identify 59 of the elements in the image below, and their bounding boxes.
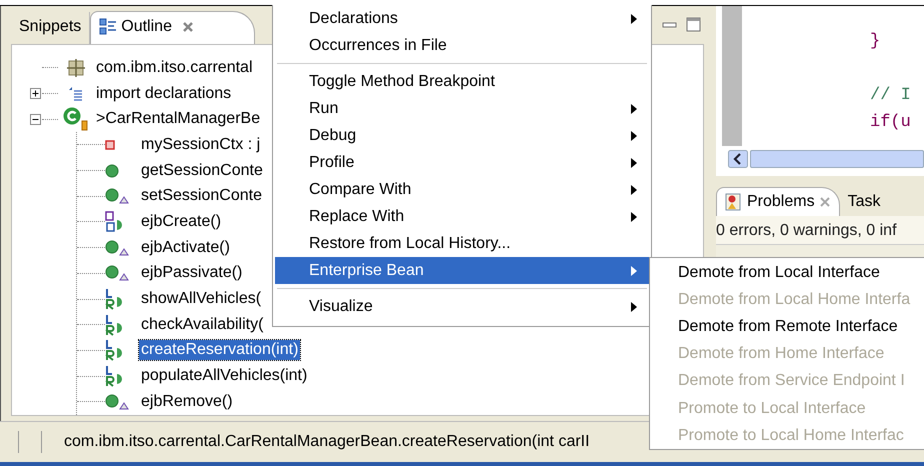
menu-item[interactable]: Declarations (275, 5, 649, 32)
menu-item[interactable]: Occurrences in File (275, 32, 649, 59)
view-tab[interactable]: Problems (716, 187, 840, 216)
outline-icon (99, 18, 118, 36)
tree-item[interactable]: >CarRentalManagerBe (94, 109, 262, 130)
remote-method-icon (105, 288, 125, 310)
menu-item[interactable]: Debug (275, 122, 649, 149)
package-icon (67, 58, 85, 77)
menu-item[interactable]: Toggle Method Breakpoint (275, 68, 649, 95)
menu-item[interactable]: Demote from Remote Interface (650, 313, 924, 341)
menu-item[interactable]: Visualize (275, 293, 649, 320)
menu-item[interactable]: Enterprise Bean (275, 257, 649, 284)
overridden-method-icon (105, 394, 131, 410)
code-comment: // I (870, 86, 911, 105)
tree-item[interactable]: showAllVehicles( (139, 289, 264, 310)
view-tab[interactable]: Outline (90, 11, 255, 44)
tree-item[interactable]: com.ibm.itso.carrental (94, 58, 254, 78)
tree-item[interactable]: ejbActivate() (139, 238, 232, 258)
tree-item[interactable]: createReservation(int) (139, 340, 300, 360)
tree-item[interactable]: ejbRemove() (139, 392, 235, 412)
menu-item[interactable]: Replace With (275, 203, 649, 230)
remote-method-icon (105, 339, 125, 362)
status-text: com.ibm.itso.carrental.CarRentalManagerBean.createReservation(int carII (64, 433, 590, 451)
horizontal-scrollbar[interactable] (728, 150, 924, 168)
overridden-method-icon (105, 265, 131, 282)
tree-item[interactable]: ejbPassivate() (139, 263, 244, 284)
menu-item[interactable]: Profile (275, 149, 649, 176)
minimize-icon[interactable] (662, 20, 678, 30)
problems-summary: 0 errors, 0 warnings, 0 inf (716, 216, 924, 244)
menu-item[interactable]: Run (275, 95, 649, 122)
private-field-icon (105, 140, 115, 150)
menu-item[interactable]: Compare With (275, 176, 649, 203)
tree-item[interactable]: ejbCreate() (139, 212, 224, 232)
expander-icon[interactable] (30, 114, 41, 125)
imports-icon (67, 84, 85, 103)
view-tab[interactable]: Task (840, 188, 888, 216)
home-method-icon (105, 210, 125, 233)
menu-item[interactable]: Restore from Local History... (275, 230, 649, 257)
class-icon (63, 107, 89, 132)
code-line: if(u (870, 113, 911, 132)
tree-item[interactable]: populateAllVehicles(int) (139, 366, 310, 386)
scroll-left-icon[interactable] (728, 150, 748, 168)
close-icon[interactable] (818, 196, 831, 208)
expander-icon[interactable] (30, 88, 41, 100)
close-icon[interactable] (182, 21, 194, 33)
tree-item[interactable]: mySessionCtx : j (139, 134, 262, 155)
overridden-method-icon (105, 240, 131, 256)
remote-method-icon (105, 314, 125, 336)
tree-item[interactable]: import declarations (94, 84, 234, 104)
tree-item[interactable]: getSessionConte (139, 160, 265, 181)
maximize-icon[interactable] (686, 17, 702, 33)
menu-item[interactable]: Demote from Local Interface (650, 259, 924, 286)
remote-method-icon (105, 365, 125, 388)
public-method-icon (105, 164, 119, 178)
overridden-method-icon (105, 188, 131, 204)
tree-item[interactable]: checkAvailability( (139, 314, 266, 335)
tree-item[interactable]: setSessionConte (139, 186, 264, 206)
problems-icon (725, 193, 743, 211)
code-line: } (870, 32, 880, 51)
